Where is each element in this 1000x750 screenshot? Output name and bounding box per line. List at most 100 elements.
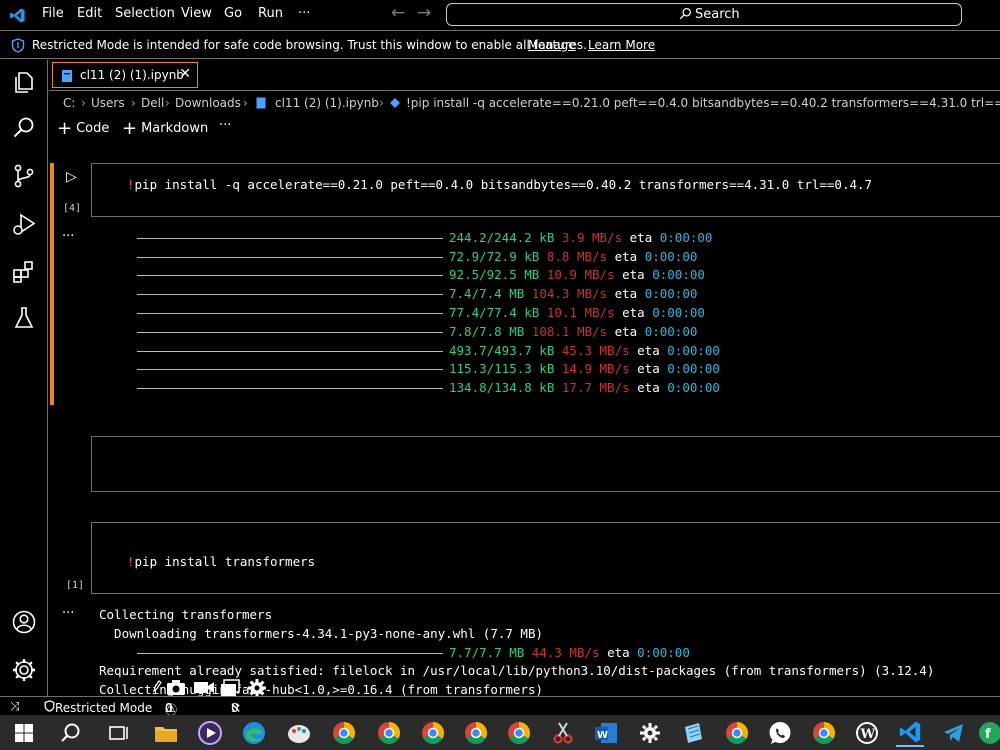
chrome-profile-icon[interactable]: [723, 719, 751, 747]
notebook-toolbar: + Code + Markdown ···: [49, 114, 1000, 140]
progress-bar: [137, 332, 443, 333]
progress-bar: [137, 257, 443, 258]
menu-file[interactable]: File: [42, 6, 64, 21]
explorer-icon[interactable]: [10, 68, 38, 96]
forward-arrow-icon[interactable]: →: [417, 3, 431, 23]
ports-count: 0: [231, 701, 239, 715]
testing-flask-icon[interactable]: [10, 304, 38, 332]
restricted-mode-banner: Restricted Mode is intended for safe cod…: [0, 32, 1000, 59]
extensions-icon[interactable]: [10, 258, 38, 286]
output-line: Downloading transformers-4.34.1-py3-none…: [99, 626, 544, 641]
notebook-file-icon: [62, 70, 72, 82]
plus-icon: +: [57, 118, 73, 139]
chrome-profile-icon[interactable]: [462, 719, 490, 747]
menu-more[interactable]: ···: [298, 6, 310, 21]
paint-app-icon[interactable]: [285, 719, 313, 747]
toolbar-more-button[interactable]: ···: [219, 118, 231, 133]
output-actions-button[interactable]: ···: [62, 229, 74, 244]
back-arrow-icon[interactable]: ←: [391, 3, 405, 23]
taskbar-search-icon[interactable]: [57, 719, 85, 747]
tab-notebook[interactable]: cl11 (2) (1).ipynb ✕: [52, 62, 198, 88]
execution-count: [1]: [66, 580, 85, 591]
shield-icon: [44, 700, 55, 712]
snipping-tool-icon[interactable]: [549, 719, 577, 747]
code-line: !pip install -q accelerate==0.21.0 peft=…: [127, 177, 873, 192]
chrome-profile-icon[interactable]: [375, 719, 403, 747]
remote-indicator-icon[interactable]: ⤨: [10, 699, 20, 714]
search-sidebar-icon[interactable]: [10, 114, 38, 142]
progress-bar: [137, 388, 443, 389]
breadcrumb-users[interactable]: Users: [91, 96, 125, 110]
chrome-profile-icon[interactable]: [419, 719, 447, 747]
file-explorer-icon[interactable]: [152, 719, 180, 747]
editor-tab-strip: cl11 (2) (1).ipynb ✕: [49, 60, 1000, 91]
word-icon[interactable]: W: [592, 719, 620, 747]
progress-bar: [137, 275, 443, 276]
media-player-icon[interactable]: [196, 719, 224, 747]
activity-bar: [0, 60, 48, 696]
notepad-icon[interactable]: [679, 719, 707, 747]
run-debug-icon[interactable]: [10, 210, 38, 238]
source-control-icon[interactable]: [10, 162, 38, 190]
menu-selection[interactable]: Selection: [115, 6, 175, 21]
empty-code-cell[interactable]: [91, 436, 1000, 492]
add-code-cell-button[interactable]: + Code: [57, 118, 109, 139]
warning-count: 0: [165, 701, 173, 715]
add-markdown-label: Markdown: [141, 121, 209, 136]
telegram-icon[interactable]: [940, 719, 968, 747]
task-view-icon[interactable]: [104, 719, 132, 747]
progress-bar: [137, 653, 443, 654]
breadcrumb-cell[interactable]: !pip install -q accelerate==0.21.0 peft=…: [406, 96, 1000, 110]
menu-go[interactable]: Go: [224, 6, 242, 21]
wordpress-icon[interactable]: W: [853, 719, 881, 747]
banner-message: Restricted Mode is intended for safe cod…: [32, 38, 587, 52]
code-cell-input[interactable]: !pip install transformers: [91, 522, 1000, 594]
menu-view[interactable]: View: [181, 6, 212, 21]
progress-bar: [137, 238, 443, 239]
chrome-profile-icon[interactable]: [810, 719, 838, 747]
settings-app-icon[interactable]: [636, 719, 664, 747]
menu-run[interactable]: Run: [258, 6, 283, 21]
accounts-icon[interactable]: [10, 608, 38, 636]
menu-edit[interactable]: Edit: [77, 6, 102, 21]
output-line: Requirement already satisfied: filelock …: [99, 663, 935, 678]
run-cell-icon[interactable]: ▷: [66, 169, 77, 185]
breadcrumb: C: › Users › Dell › Downloads › cl11 (2)…: [49, 93, 1000, 113]
status-bar: ⤨ Restricted Mode ⓧ 0 ⚠ 0 ℵ0: [0, 696, 1000, 717]
pen-icon[interactable]: [152, 679, 162, 693]
breadcrumb-downloads[interactable]: Downloads: [175, 96, 241, 110]
restricted-mode-status[interactable]: Restricted Mode: [44, 699, 152, 715]
chrome-icon[interactable]: [330, 719, 358, 747]
video-icon[interactable]: [193, 680, 215, 695]
search-icon: [679, 8, 691, 20]
camera-icon[interactable]: [166, 679, 186, 696]
breadcrumb-notebook-icon: [256, 97, 266, 109]
settings-gear-icon[interactable]: [10, 656, 38, 684]
shield-icon: [11, 38, 25, 53]
vscode-logo-icon: [10, 8, 25, 23]
learn-more-link[interactable]: Learn More: [588, 38, 655, 52]
add-markdown-cell-button[interactable]: + Markdown: [122, 118, 208, 139]
whatsapp-icon[interactable]: [766, 719, 794, 747]
breadcrumb-dell[interactable]: Dell: [141, 96, 164, 110]
windows-taskbar: W W f: [0, 715, 1000, 750]
progress-bar: [137, 294, 443, 295]
window-icon[interactable]: [220, 679, 240, 697]
edge-browser-icon[interactable]: [240, 719, 268, 747]
windows-start-icon[interactable]: [10, 719, 38, 747]
output-actions-button[interactable]: ···: [62, 606, 74, 621]
tab-close-icon[interactable]: ✕: [179, 66, 191, 82]
code-line: !pip install transformers: [127, 554, 316, 569]
code-cell-input[interactable]: !pip install -q accelerate==0.21.0 peft=…: [91, 163, 1000, 217]
chrome-profile-icon[interactable]: [505, 719, 533, 747]
breadcrumb-drive[interactable]: C:: [63, 96, 75, 110]
vscode-taskbar-icon[interactable]: [896, 719, 924, 747]
green-app-icon[interactable]: f: [976, 719, 1000, 747]
cell-focus-indicator: [50, 163, 54, 405]
capture-settings-icon[interactable]: [247, 678, 267, 698]
breadcrumb-python-icon: [390, 98, 400, 108]
command-search-box[interactable]: Search: [446, 3, 962, 26]
manage-link[interactable]: Manage: [528, 38, 576, 52]
restricted-mode-label: Restricted Mode: [55, 701, 153, 715]
breadcrumb-file[interactable]: cl11 (2) (1).ipynb: [275, 96, 379, 110]
